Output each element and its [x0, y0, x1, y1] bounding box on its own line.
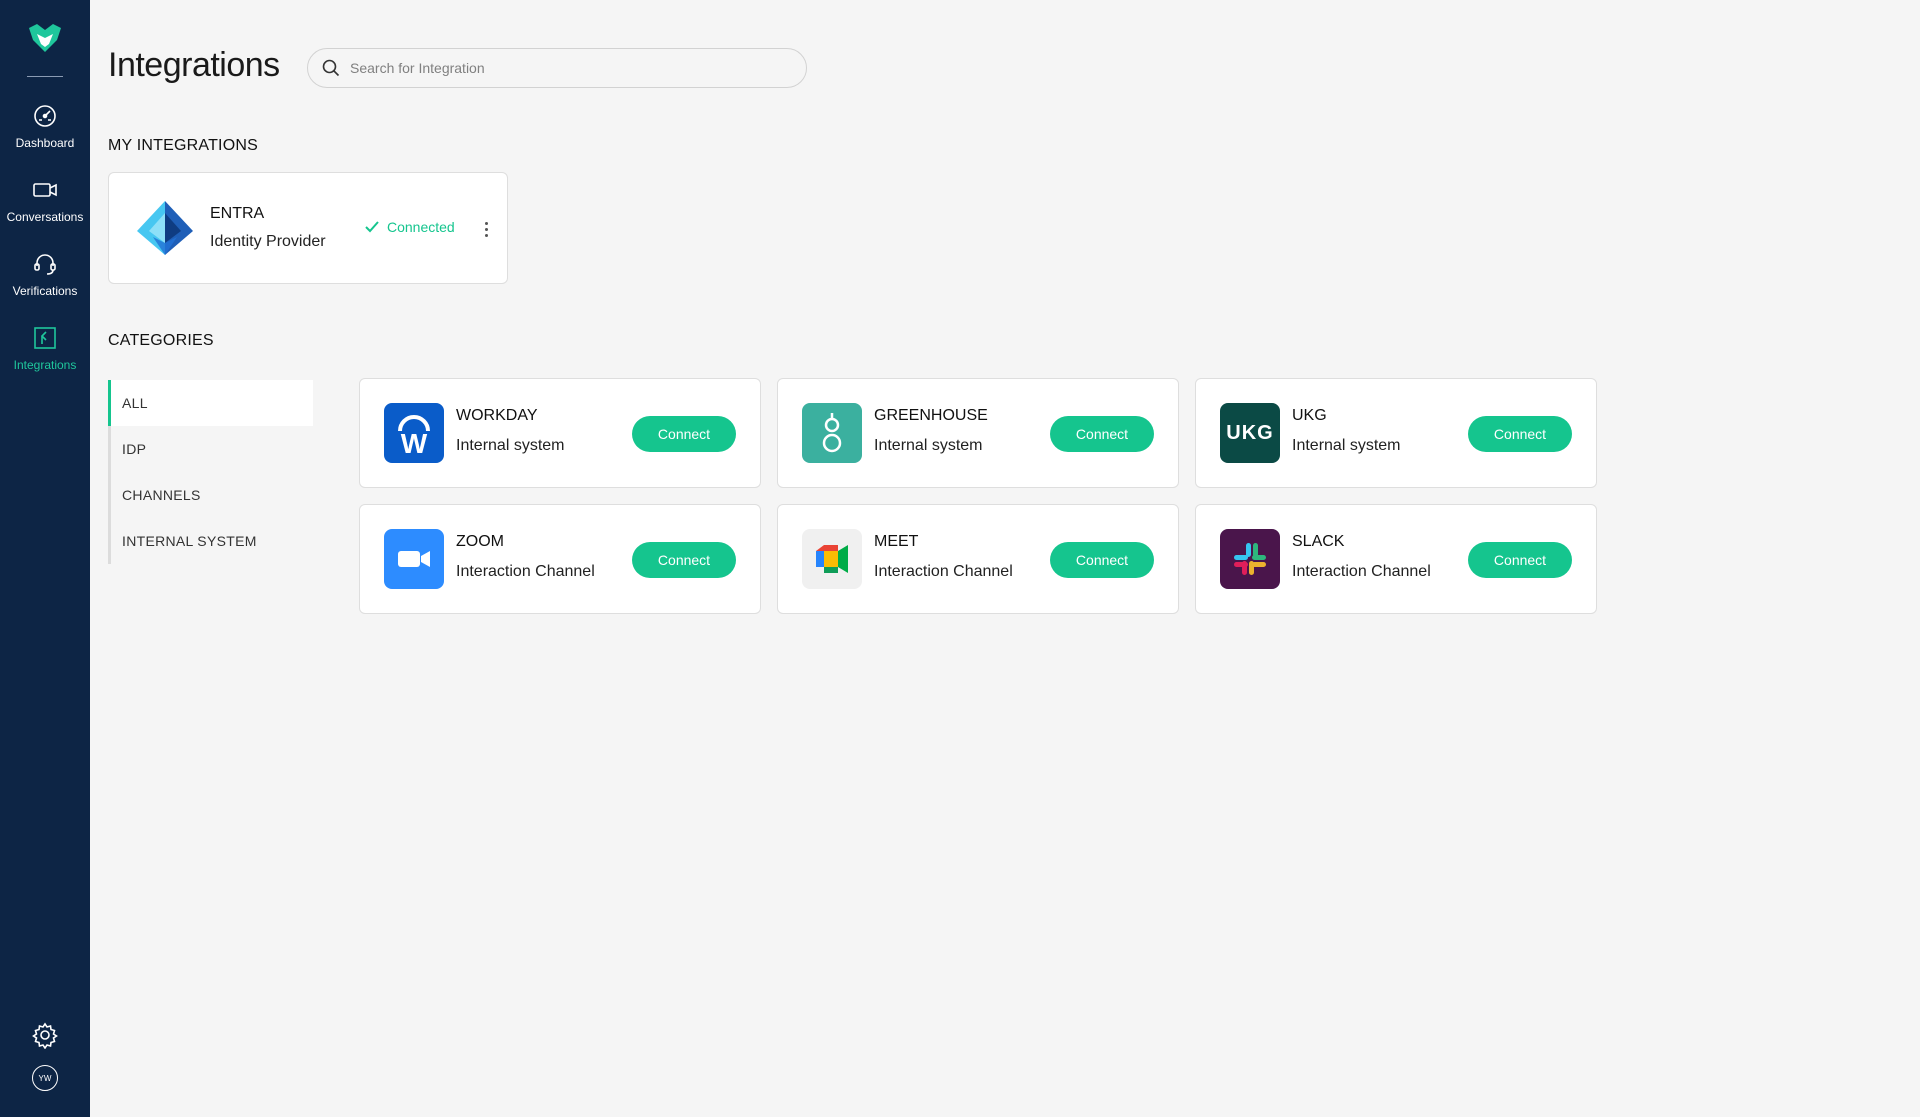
app-logo-icon[interactable]: [25, 20, 65, 56]
integration-type: Interaction Channel: [1292, 563, 1431, 580]
nav-integrations-label: Integrations: [13, 358, 77, 372]
connect-button[interactable]: Connect: [632, 416, 736, 452]
integration-type: Interaction Channel: [456, 563, 595, 580]
gear-icon[interactable]: [31, 1021, 59, 1049]
integration-type: Internal system: [456, 437, 565, 454]
sidebar: Dashboard Conversations Verifications In…: [0, 0, 90, 1117]
workday-logo-icon: W: [384, 403, 444, 463]
nav-conversations-label: Conversations: [6, 210, 84, 224]
search-bar[interactable]: [307, 48, 807, 88]
entra-logo-icon: [133, 197, 197, 261]
integration-type: Identity Provider: [210, 233, 326, 250]
integration-name: WORKDAY: [456, 407, 538, 424]
integration-name: SLACK: [1292, 533, 1345, 550]
zoom-logo-icon: [384, 529, 444, 589]
category-channels[interactable]: CHANNELS: [111, 472, 313, 518]
video-camera-icon: [33, 183, 57, 197]
integration-card-ukg: UKG UKG Internal system Connect: [1195, 378, 1597, 488]
integration-type: Internal system: [1292, 437, 1401, 454]
connect-button[interactable]: Connect: [1468, 542, 1572, 578]
connect-button[interactable]: Connect: [1050, 416, 1154, 452]
greenhouse-logo-icon: [802, 403, 862, 463]
nav-verifications[interactable]: Verifications: [0, 237, 90, 311]
integration-card-workday: W WORKDAY Internal system Connect: [359, 378, 761, 488]
connect-button[interactable]: Connect: [632, 542, 736, 578]
nav-integrations[interactable]: Integrations: [0, 311, 90, 385]
nav-dashboard[interactable]: Dashboard: [0, 89, 90, 163]
speedometer-icon: [34, 105, 56, 127]
nav-conversations[interactable]: Conversations: [0, 163, 90, 237]
nav-verifications-label: Verifications: [12, 284, 78, 298]
connected-label: Connected: [387, 219, 455, 235]
integration-card-greenhouse: GREENHOUSE Internal system Connect: [777, 378, 1179, 488]
connected-status: Connected: [365, 219, 455, 235]
integration-name: GREENHOUSE: [874, 407, 988, 424]
my-integrations-heading: MY INTEGRATIONS: [108, 137, 258, 154]
avatar[interactable]: YW: [32, 1065, 58, 1091]
integration-card-slack: SLACK Interaction Channel Connect: [1195, 504, 1597, 614]
ukg-logo-icon: UKG: [1220, 403, 1280, 463]
category-list: ALL IDP CHANNELS INTERNAL SYSTEM: [108, 380, 313, 564]
check-icon: [365, 221, 379, 233]
integration-card-meet: MEET Interaction Channel Connect: [777, 504, 1179, 614]
more-options-icon[interactable]: [481, 219, 491, 239]
category-internal-system[interactable]: INTERNAL SYSTEM: [111, 518, 313, 564]
integration-name: ZOOM: [456, 533, 504, 550]
slack-logo-icon: [1220, 529, 1280, 589]
connect-button[interactable]: Connect: [1050, 542, 1154, 578]
nav-dashboard-label: Dashboard: [15, 136, 75, 150]
integration-name: ENTRA: [210, 205, 265, 222]
page-title: Integrations: [108, 46, 280, 84]
integration-type: Interaction Channel: [874, 563, 1013, 580]
integration-card-entra: ENTRA Identity Provider Connected: [108, 172, 508, 284]
connect-button[interactable]: Connect: [1468, 416, 1572, 452]
category-idp[interactable]: IDP: [111, 426, 313, 472]
google-meet-logo-icon: [802, 529, 862, 589]
sidebar-divider: [27, 76, 63, 77]
integration-name: UKG: [1292, 407, 1327, 424]
search-input[interactable]: [350, 60, 790, 76]
integration-type: Internal system: [874, 437, 983, 454]
integrations-icon: [34, 327, 56, 349]
svg-text:W: W: [401, 428, 428, 459]
search-icon: [322, 59, 340, 77]
categories-heading: CATEGORIES: [108, 332, 214, 349]
integration-card-zoom: ZOOM Interaction Channel Connect: [359, 504, 761, 614]
category-all[interactable]: ALL: [108, 380, 313, 426]
ukg-logo-text: UKG: [1226, 421, 1274, 444]
integration-name: MEET: [874, 533, 919, 550]
headset-icon: [34, 254, 56, 275]
